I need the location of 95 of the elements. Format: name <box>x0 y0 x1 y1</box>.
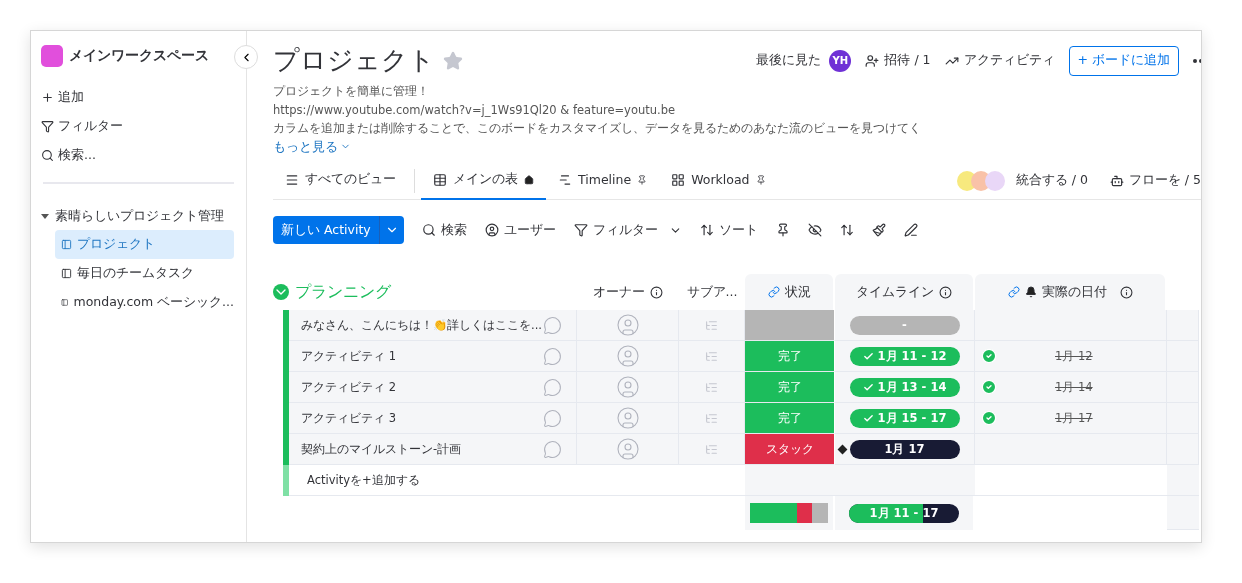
table-cell <box>1167 434 1199 465</box>
view-tab[interactable]: Workload <box>659 161 778 200</box>
search-icon[interactable] <box>421 223 436 237</box>
status-cell[interactable] <box>745 310 835 341</box>
pin-icon <box>755 174 766 185</box>
timeline-pill[interactable]: 1月 17 <box>849 439 960 459</box>
search-icon[interactable] <box>41 149 54 162</box>
info-icon[interactable] <box>939 285 952 299</box>
row-height-icon[interactable] <box>839 223 854 237</box>
table-cell[interactable]: アクティビティ 3 <box>289 403 577 434</box>
pin-icon[interactable] <box>775 223 790 237</box>
item-name: アクティビティ 1 <box>301 348 396 364</box>
new-item-button[interactable]: 新しい Activity <box>273 216 404 244</box>
item-name: 契約上のマイルストーン-計画 <box>301 441 462 457</box>
description-line: https://www.youtube.com/watch?v=j_1Ws91Ql20 & feature=youtu.be <box>273 101 677 119</box>
add-to-board-button[interactable]: + ボードに追加 <box>1068 45 1179 76</box>
board-item[interactable]: プロジェクト <box>55 230 234 259</box>
table-cell[interactable]: アクティビティ 2 <box>289 372 577 403</box>
date-text: 1月 14 <box>1055 379 1093 395</box>
last-seen-label: 最後に見た <box>756 52 822 69</box>
link-icon <box>767 286 780 298</box>
board-item[interactable]: 毎日のチームタスク <box>55 259 234 288</box>
sidebar-action[interactable]: 検索... <box>58 147 96 164</box>
add-icon[interactable] <box>41 91 54 104</box>
bell-icon <box>1024 286 1037 298</box>
workspace-logo <box>41 45 63 67</box>
see-more-link[interactable]: もっと見る <box>273 137 338 156</box>
toolbar-button[interactable]: ソート <box>699 221 758 239</box>
folder-item[interactable]: 素晴らしいプロジェクト管理 <box>41 202 234 230</box>
activity-button[interactable]: アクティビティ <box>963 52 1055 69</box>
hide-icon[interactable] <box>807 223 822 237</box>
milestone-icon <box>837 444 847 454</box>
board-item[interactable]: monday.com ベーシック... <box>55 288 234 317</box>
info-icon[interactable] <box>1119 285 1133 299</box>
item-name: アクティビティ 3 <box>301 410 396 426</box>
add-item-field[interactable]: Activityを+追加する <box>289 465 679 496</box>
info-icon[interactable] <box>650 285 663 299</box>
board-icon <box>61 239 72 250</box>
timeline-summary-pill: 1月 11 - 17 <box>849 503 959 523</box>
sort-icon[interactable] <box>699 223 714 237</box>
column-header: 実際の日付 <box>1041 283 1107 301</box>
paint-icon[interactable] <box>871 223 886 237</box>
star-icon[interactable] <box>443 50 463 71</box>
pin-icon <box>637 174 648 185</box>
sidebar-action[interactable]: フィルター <box>58 118 123 135</box>
robot-icon[interactable] <box>1109 173 1124 188</box>
table-cell[interactable]: みなさん、こんにちは！👏詳しくはここを... <box>289 310 577 341</box>
toolbar-button[interactable]: フィルター <box>573 221 682 239</box>
integration-icons <box>955 169 1006 192</box>
collapse-button[interactable] <box>234 45 258 69</box>
table-cell[interactable]: アクティビティ 1 <box>289 341 577 372</box>
integrate-button[interactable]: 統合する / 0 <box>1015 172 1088 189</box>
view-tab[interactable]: すべてのビュー <box>273 161 408 200</box>
menu-icon <box>285 172 299 187</box>
description-line: カラムを追加または削除することで、このボードをカスタマイズし、データを見るためのあなた流のビューを見つけてく <box>273 120 922 137</box>
check-icon <box>862 412 874 424</box>
column-header: オーナー <box>593 283 645 301</box>
status-cell[interactable]: スタック <box>745 434 835 465</box>
home-icon <box>524 174 534 185</box>
view-tab[interactable]: Timeline <box>546 161 660 200</box>
workspace-name: メインワークスペース <box>69 47 209 65</box>
invite-button[interactable]: 招待 / 1 <box>884 52 931 69</box>
column-header: サブア... <box>686 283 738 301</box>
item-name: アクティビティ 2 <box>301 379 396 395</box>
sidebar-action[interactable]: 追加 <box>58 89 84 106</box>
link-icon <box>1007 286 1020 298</box>
more-icon[interactable] <box>1193 58 1201 63</box>
item-name: みなさん、こんにちは！👏詳しくはここを... <box>301 317 542 333</box>
date-text: 1月 17 <box>1055 410 1093 426</box>
column-header: 状況 <box>784 283 811 301</box>
table-icon <box>433 172 447 187</box>
check-icon <box>862 350 874 362</box>
filter-icon[interactable] <box>41 120 54 133</box>
user-icon[interactable] <box>484 223 499 237</box>
date-text: 1月 12 <box>1055 348 1093 364</box>
board-icon <box>61 297 69 308</box>
toolbar-button[interactable]: 検索 <box>421 221 467 239</box>
toolbar-button[interactable]: ユーザー <box>484 221 556 239</box>
table-cell[interactable]: 契約上のマイルストーン-計画 <box>289 434 577 465</box>
grid-icon <box>671 172 686 187</box>
table-cell <box>1167 496 1199 530</box>
timeline-icon <box>558 172 572 187</box>
group-title: プランニング <box>295 281 391 303</box>
table-cell <box>1167 310 1199 341</box>
board-icon <box>61 268 72 279</box>
check-icon <box>862 381 874 393</box>
view-tab[interactable]: メインの表 <box>421 161 546 200</box>
column-header: タイムライン <box>856 283 934 301</box>
user-avatar[interactable]: YH <box>829 49 852 72</box>
filter-icon[interactable] <box>573 223 588 237</box>
automations-button[interactable]: フローを / 5 <box>1128 172 1201 189</box>
board-title: プロジェクト <box>273 44 435 77</box>
user-plus-icon[interactable] <box>865 53 880 68</box>
description-line: プロジェクトを簡単に管理！ <box>273 83 430 100</box>
edit-icon[interactable] <box>903 223 918 237</box>
